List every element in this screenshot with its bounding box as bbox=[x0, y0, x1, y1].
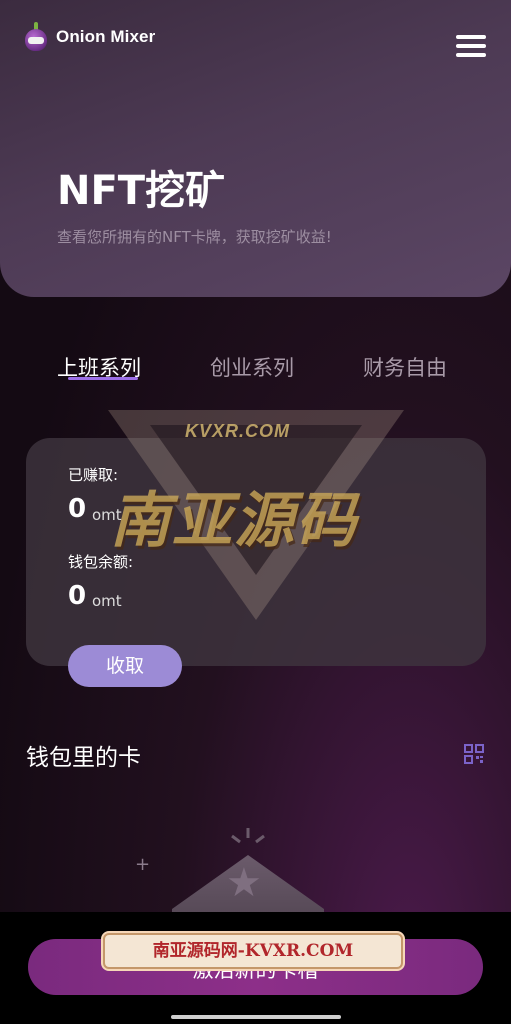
page-title: NFT挖矿 bbox=[57, 168, 226, 214]
watermark-domain: KVXR.COM bbox=[185, 421, 291, 441]
earned-value: 0 bbox=[68, 494, 87, 524]
brand-logo[interactable]: Onion Mixer bbox=[24, 22, 155, 52]
collect-button[interactable]: 收取 bbox=[68, 645, 182, 687]
star-icon: ★ bbox=[226, 860, 262, 906]
watermark-banner: 南亚源码网-KVXR.COM bbox=[103, 933, 403, 969]
plus-sparkle-icon: + bbox=[135, 854, 151, 875]
onion-logo-icon bbox=[24, 22, 48, 52]
brand-name: Onion Mixer bbox=[56, 27, 156, 46]
sparkle-icon bbox=[231, 828, 265, 844]
watermark-text: 南亚源码 bbox=[110, 486, 358, 556]
qr-code-icon[interactable] bbox=[464, 744, 484, 764]
balance-value: 0 bbox=[68, 581, 87, 611]
hero-card: Onion Mixer NFT挖矿 查看您所拥有的NFT卡牌，获取挖矿收益! bbox=[0, 0, 511, 297]
active-tab-indicator bbox=[68, 377, 138, 380]
page-subtitle: 查看您所拥有的NFT卡牌，获取挖矿收益! bbox=[57, 228, 332, 246]
cards-section-title: 钱包里的卡 bbox=[26, 745, 141, 771]
series-tabs: 上班系列 创业系列 财务自由 bbox=[0, 352, 511, 392]
tab-startup-series[interactable]: 创业系列 bbox=[210, 352, 294, 382]
tab-financial-freedom[interactable]: 财务自由 bbox=[363, 352, 447, 382]
hamburger-menu-icon[interactable] bbox=[456, 35, 486, 59]
home-indicator bbox=[171, 1015, 341, 1019]
